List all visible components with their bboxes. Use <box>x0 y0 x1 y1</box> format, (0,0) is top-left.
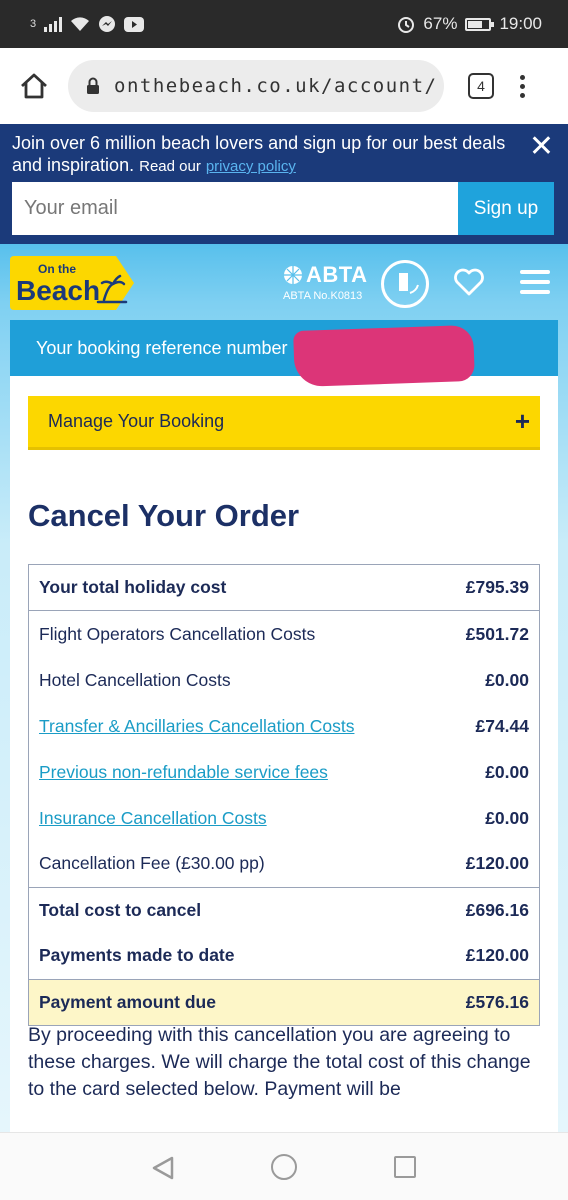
page-content: On the Beach ABTA ABTA No.K0813 Your boo… <box>0 244 568 1132</box>
page-title: Cancel Your Order <box>28 498 300 533</box>
abta-number: ABTA No.K0813 <box>283 290 363 302</box>
lock-icon <box>87 77 99 94</box>
insurance-costs-link[interactable]: Insurance Cancellation Costs <box>39 808 267 829</box>
abta-badge: ABTA ABTA No.K0813 <box>283 262 367 302</box>
read-our-text: Read our <box>139 158 201 175</box>
youtube-icon <box>124 16 145 32</box>
row-label: Your total holiday cost <box>39 577 227 597</box>
cost-row-flight: Flight Operators Cancellation Costs £501… <box>29 612 539 658</box>
system-navigation-bar <box>0 1132 568 1200</box>
row-label: Payment amount due <box>39 991 216 1012</box>
row-amount: £795.39 <box>465 577 529 597</box>
battery-percent: 67% <box>423 14 458 33</box>
sim-indicator: 3 <box>30 18 37 30</box>
booking-reference-bar: Your booking reference number <box>10 320 558 388</box>
cost-row-service-fees: Previous non-refundable service fees £0.… <box>29 749 539 795</box>
service-fees-link[interactable]: Previous non-refundable service fees <box>39 762 328 783</box>
newsletter-form: Sign up <box>12 182 554 235</box>
atol-protected-badge <box>381 260 429 308</box>
tab-count: 4 <box>477 78 485 94</box>
manage-booking-accordion[interactable]: Manage Your Booking + <box>28 396 540 450</box>
email-field[interactable] <box>12 182 458 235</box>
cost-row-transfer: Transfer & Ancillaries Cancellation Cost… <box>29 704 539 750</box>
close-icon[interactable]: ✕ <box>529 132 554 162</box>
newsletter-text-block: Join over 6 million beach lovers and sig… <box>12 132 512 178</box>
svg-text:On the: On the <box>38 262 76 276</box>
alarm-icon <box>398 17 415 33</box>
total-cost-to-cancel-row: Total cost to cancel £696.16 <box>29 886 539 933</box>
plus-icon: + <box>514 406 530 436</box>
wifi-icon <box>71 17 90 31</box>
messenger-icon <box>99 16 116 32</box>
row-amount: £696.16 <box>465 899 529 920</box>
browser-toolbar: onthebeach.co.uk/account/ 4 <box>0 48 568 124</box>
home-nav-icon[interactable] <box>271 1154 297 1180</box>
booking-reference-label: Your booking reference number <box>36 337 288 358</box>
manage-booking-label: Manage Your Booking <box>48 411 225 431</box>
cancellation-disclaimer: By proceeding with this cancellation you… <box>28 1024 531 1100</box>
payments-made-row: Payments made to date £120.00 <box>29 933 539 979</box>
row-amount: £0.00 <box>485 761 529 782</box>
row-amount: £0.00 <box>485 670 529 691</box>
cost-row-cancellation-fee: Cancellation Fee (£30.00 pp) £120.00 <box>29 841 539 887</box>
row-label: Total cost to cancel <box>39 899 202 920</box>
address-bar[interactable]: onthebeach.co.uk/account/ <box>68 60 444 112</box>
home-icon <box>21 73 47 99</box>
heart-icon[interactable] <box>454 268 484 296</box>
cost-row-hotel: Hotel Cancellation Costs £0.00 <box>29 658 539 704</box>
row-amount: £120.00 <box>465 945 529 966</box>
row-amount: £120.00 <box>465 853 529 874</box>
row-amount: £501.72 <box>465 624 529 645</box>
transfer-costs-link[interactable]: Transfer & Ancillaries Cancellation Cost… <box>39 716 354 737</box>
on-the-beach-logo[interactable]: On the Beach <box>10 256 134 310</box>
total-holiday-cost-row: Your total holiday cost £795.39 <box>29 565 539 611</box>
battery-icon <box>465 17 495 31</box>
row-label: Payments made to date <box>39 945 235 966</box>
back-icon[interactable] <box>150 1155 176 1181</box>
privacy-policy-link[interactable]: privacy policy <box>206 158 296 175</box>
tab-switcher-button[interactable]: 4 <box>468 73 494 99</box>
abta-globe-icon <box>284 266 302 284</box>
signal-icon <box>44 16 63 32</box>
row-amount: £74.44 <box>475 715 529 736</box>
cost-row-insurance: Insurance Cancellation Costs £0.00 <box>29 795 539 841</box>
row-label: Flight Operators Cancellation Costs <box>39 624 316 645</box>
row-label: Cancellation Fee (£30.00 pp) <box>39 853 265 874</box>
site-header: On the Beach ABTA ABTA No.K0813 <box>0 244 568 320</box>
row-label: Hotel Cancellation Costs <box>39 670 231 691</box>
recent-apps-icon[interactable] <box>394 1156 416 1178</box>
clock: 19:00 <box>499 14 542 33</box>
booking-card: Your booking reference number Manage You… <box>10 320 558 1132</box>
browser-menu-icon[interactable] <box>520 74 525 98</box>
payment-amount-due-row: Payment amount due £576.16 <box>29 978 539 1025</box>
newsletter-banner: Join over 6 million beach lovers and sig… <box>0 124 568 244</box>
hamburger-menu-icon[interactable] <box>520 270 550 294</box>
svg-text:Beach: Beach <box>16 275 100 306</box>
home-button[interactable] <box>14 66 54 106</box>
row-amount: £0.00 <box>485 807 529 828</box>
redacted-reference <box>293 324 475 388</box>
cancellation-cost-table: Your total holiday cost £795.39 Flight O… <box>28 564 540 1026</box>
url-text: onthebeach.co.uk/account/ <box>114 75 438 97</box>
row-amount: £576.16 <box>465 991 529 1012</box>
atol-protected-icon <box>399 273 419 294</box>
abta-label: ABTA <box>306 262 368 287</box>
sign-up-button[interactable]: Sign up <box>458 182 554 235</box>
status-bar: 3 67% 19:00 <box>0 0 568 48</box>
